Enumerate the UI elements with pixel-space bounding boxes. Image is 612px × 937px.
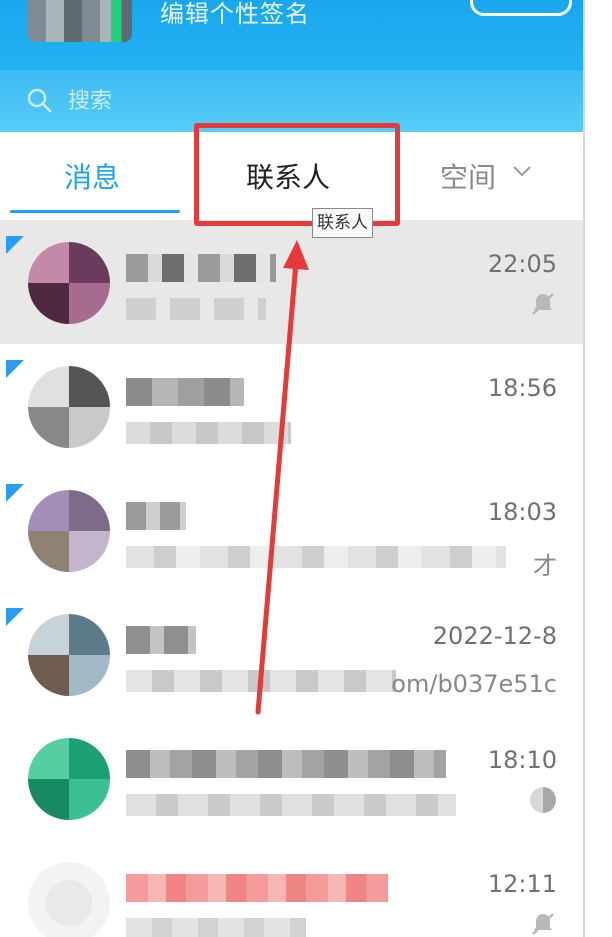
message-time: 18:03 [487, 498, 557, 526]
chat-app-panel: 编辑个性签名 消息 联系人 空间 22:05 [0, 0, 583, 937]
search-icon [27, 88, 52, 113]
tab-space[interactable]: 空间 [440, 156, 496, 196]
unread-marker [6, 484, 24, 502]
user-avatar[interactable] [28, 0, 132, 42]
contact-avatar[interactable] [28, 738, 110, 820]
search-input[interactable] [66, 84, 370, 118]
message-preview-blurred [126, 298, 266, 320]
contact-name-blurred [126, 254, 276, 282]
unread-marker [6, 360, 24, 378]
profile-header: 编辑个性签名 [0, 0, 583, 132]
message-preview: om/b037e51c [391, 670, 557, 698]
message-preview-blurred [126, 670, 396, 692]
conversation-item[interactable]: 2022-12-8 om/b037e51c [0, 592, 583, 716]
contact-avatar[interactable] [28, 366, 110, 448]
mute-bell-icon [532, 913, 554, 935]
message-preview-blurred [126, 918, 306, 937]
header-action-button[interactable] [470, 0, 572, 16]
contact-avatar[interactable] [28, 490, 110, 572]
message-time: 18:10 [487, 746, 557, 774]
contact-avatar[interactable] [28, 242, 110, 324]
conversation-item[interactable]: 18:03 才 [0, 468, 583, 592]
conversation-item[interactable]: 12:11 [0, 840, 583, 937]
contact-name-blurred [126, 502, 186, 530]
chevron-down-icon[interactable] [512, 164, 532, 178]
message-time: 18:56 [487, 374, 557, 402]
unread-marker [6, 608, 24, 626]
active-tab-indicator [10, 210, 180, 213]
conversation-item[interactable]: 18:56 [0, 344, 583, 468]
contacts-tooltip: 联系人 [312, 208, 373, 238]
contact-name-blurred [126, 750, 446, 778]
contact-avatar[interactable] [28, 862, 110, 937]
contact-avatar[interactable] [28, 614, 110, 696]
message-preview-blurred [126, 794, 456, 816]
message-preview-blurred [126, 422, 291, 444]
conversation-item[interactable]: 22:05 [0, 220, 583, 344]
unread-marker [6, 236, 24, 254]
message-preview: 才 [533, 552, 557, 580]
conversation-item[interactable]: 18:10 [0, 716, 583, 840]
tab-messages[interactable]: 消息 [64, 156, 120, 196]
signature-edit-link[interactable]: 编辑个性签名 [160, 0, 310, 29]
window-edge [583, 0, 585, 937]
message-time: 22:05 [487, 250, 557, 278]
contact-name-blurred [126, 378, 244, 406]
status-icon [530, 787, 556, 813]
mute-bell-icon [532, 293, 554, 315]
contact-name-blurred [126, 874, 388, 902]
message-time: 12:11 [487, 870, 557, 898]
message-time: 2022-12-8 [432, 622, 557, 650]
message-preview-blurred [126, 546, 506, 568]
contact-name-blurred [126, 626, 196, 654]
